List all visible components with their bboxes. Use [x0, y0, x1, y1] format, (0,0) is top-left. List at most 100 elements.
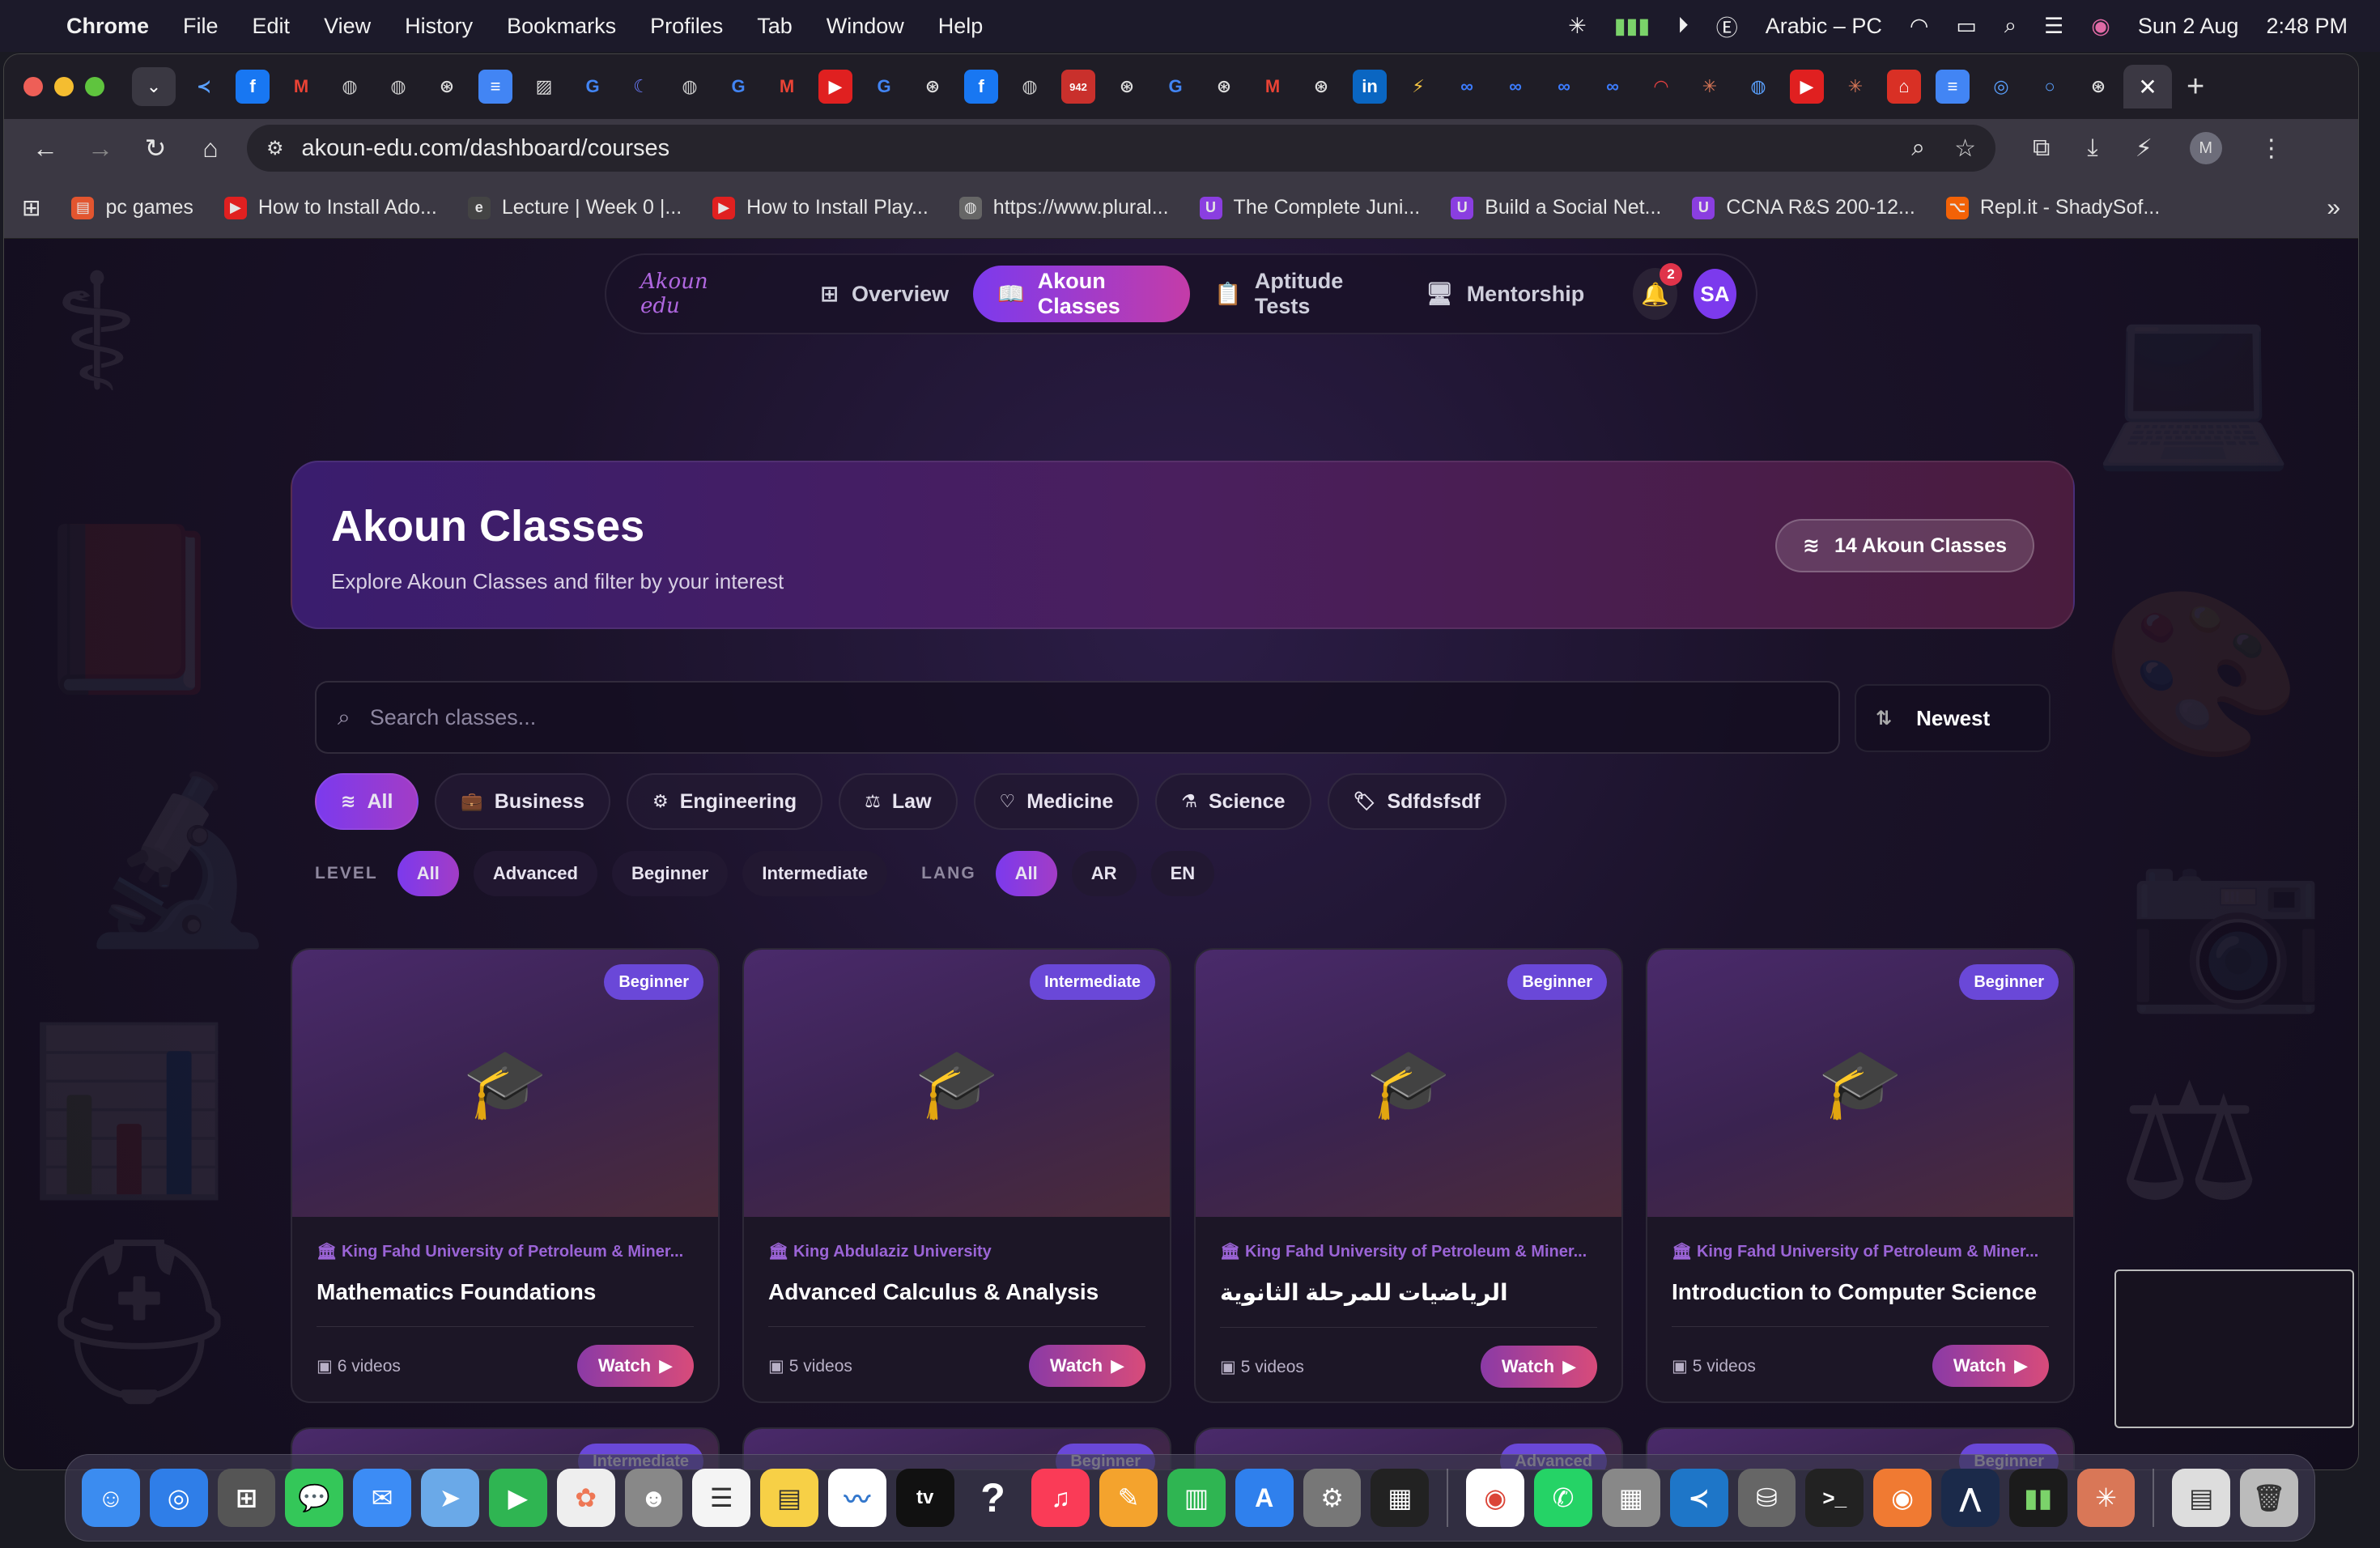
tab-favicon-chatgpt[interactable]: ⊛: [1110, 70, 1144, 104]
tab-favicon-bolt[interactable]: ⚡: [1401, 70, 1435, 104]
wifi-icon[interactable]: ◠: [1910, 14, 1929, 39]
tab-favicon-globe[interactable]: ◍: [673, 70, 707, 104]
menu-bookmarks[interactable]: Bookmarks: [507, 14, 616, 39]
url-text[interactable]: akoun-edu.com/dashboard/courses: [302, 135, 670, 162]
nav-akoun-classes[interactable]: 📖 Akoun Classes: [973, 266, 1191, 322]
asterisk-status-icon[interactable]: ✳: [1568, 14, 1587, 39]
tab-favicon-gauge[interactable]: ◠: [1644, 70, 1678, 104]
tab-favicon-globe[interactable]: ◍: [333, 70, 367, 104]
watch-button[interactable]: Watch ▶: [576, 1345, 694, 1387]
course-card[interactable]: 🎓 Intermediate 🏛 King Abdulaziz Universi…: [742, 948, 1171, 1403]
bookmark-item[interactable]: ▤ pc games: [71, 196, 193, 219]
system-settings-icon[interactable]: ⚙: [1303, 1469, 1362, 1527]
new-tab-button[interactable]: +: [2187, 70, 2204, 104]
performance-icon[interactable]: ⚡: [2136, 134, 2153, 163]
input-source-icon[interactable]: Ⓔ: [1716, 11, 1738, 42]
category-medicine[interactable]: ♡ Medicine: [973, 773, 1140, 830]
apps-grid-icon[interactable]: ⊞: [22, 194, 40, 221]
category-law[interactable]: ⚖ Law: [839, 773, 958, 830]
downloads-stack-icon[interactable]: ▤: [2172, 1469, 2231, 1527]
tab-favicon-docs[interactable]: ≡: [478, 70, 512, 104]
menubar-time[interactable]: 2:48 PM: [2266, 14, 2348, 39]
tab-favicon-meta[interactable]: ∞: [1498, 70, 1532, 104]
tab-favicon-chatgpt[interactable]: ⊛: [2081, 70, 2115, 104]
watch-button[interactable]: Watch ▶: [1480, 1346, 1597, 1388]
bookmark-item[interactable]: ◍ https://www.plural...: [958, 196, 1169, 219]
tab-favicon-docs[interactable]: ≡: [1936, 70, 1970, 104]
pages-icon[interactable]: ✎: [1099, 1469, 1158, 1527]
course-card[interactable]: 🎓 Beginner 🏛 King Fahd University of Pet…: [1646, 948, 2075, 1403]
tab-favicon-claude[interactable]: ✳: [1838, 70, 1872, 104]
safari-icon[interactable]: ◎: [149, 1469, 208, 1527]
bookmark-item[interactable]: ▶ How to Install Play...: [712, 196, 929, 219]
active-tab-close-icon[interactable]: ✕: [2123, 65, 2172, 108]
tab-favicon-openai[interactable]: ⊛: [916, 70, 950, 104]
input-source-label[interactable]: Arabic – PC: [1766, 14, 1882, 39]
iphone-mirroring-icon[interactable]: ▦: [1371, 1469, 1430, 1527]
profile-avatar[interactable]: M: [2189, 132, 2222, 164]
course-card[interactable]: 🎓 Beginner 🏛 King Fahd University of Pet…: [1194, 948, 1623, 1403]
more-bookmarks-icon[interactable]: »: [2327, 194, 2340, 222]
tab-favicon-google[interactable]: G: [1158, 70, 1192, 104]
downloads-icon[interactable]: ⤓: [2087, 134, 2097, 162]
bookmark-item[interactable]: U CCNA R&S 200-12...: [1692, 196, 1915, 219]
claude-icon[interactable]: ✳: [2076, 1469, 2136, 1527]
tab-search-button[interactable]: ⌄: [132, 67, 176, 106]
category-science[interactable]: ⚗ Science: [1155, 773, 1311, 830]
zoom-window-button[interactable]: [85, 77, 104, 96]
watch-button[interactable]: Watch ▶: [1028, 1345, 1145, 1387]
bookmark-item[interactable]: ⌥ Repl.it - ShadySof...: [1945, 196, 2160, 219]
tab-favicon-meta[interactable]: ∞: [1596, 70, 1630, 104]
address-bar[interactable]: ⚙ akoun-edu.com/dashboard/courses ⌕ ☆: [247, 125, 1995, 172]
tab-favicon-globe[interactable]: ◍: [1013, 70, 1047, 104]
tab-favicon-blue-circle[interactable]: ◎: [1984, 70, 2018, 104]
tab-favicon-claude[interactable]: ✳: [1693, 70, 1727, 104]
tab-favicon-facebook[interactable]: f: [964, 70, 998, 104]
home-button[interactable]: ⌂: [189, 126, 232, 170]
lang-en[interactable]: EN: [1150, 851, 1215, 896]
tab-favicon-image[interactable]: ▨: [527, 70, 561, 104]
minimize-window-button[interactable]: [54, 77, 74, 96]
lang-ar[interactable]: AR: [1071, 851, 1137, 896]
launchpad-icon[interactable]: ⊞: [217, 1469, 276, 1527]
bookmark-item[interactable]: ▶ How to Install Ado...: [223, 196, 437, 219]
xcode-instruments-icon[interactable]: ⋀: [1940, 1469, 2000, 1527]
reload-button[interactable]: ↻: [134, 126, 177, 170]
menu-help[interactable]: Help: [938, 14, 984, 39]
akoun-logo[interactable]: Akoun edu: [640, 270, 737, 318]
level-advanced[interactable]: Advanced: [473, 851, 597, 896]
menu-app-name[interactable]: Chrome: [66, 14, 149, 39]
user-avatar[interactable]: SA: [1693, 269, 1736, 319]
tab-favicon-youtube[interactable]: ▶: [1790, 70, 1824, 104]
menu-profiles[interactable]: Profiles: [650, 14, 723, 39]
tab-favicon-pdf[interactable]: ⌂: [1887, 70, 1921, 104]
notes-icon[interactable]: ▤: [760, 1469, 818, 1527]
maps-icon[interactable]: ➤: [421, 1469, 479, 1527]
tab-favicon-gmail[interactable]: M: [1256, 70, 1290, 104]
tab-favicon-meta[interactable]: ∞: [1547, 70, 1581, 104]
music-icon[interactable]: ♫: [1031, 1469, 1090, 1527]
contacts-icon[interactable]: ☻: [624, 1469, 683, 1527]
tab-favicon-claude[interactable]: ≺: [187, 70, 221, 104]
nav-aptitude-tests[interactable]: 📋 Aptitude Tests: [1190, 266, 1401, 322]
back-button[interactable]: ←: [23, 126, 67, 170]
apple-tv-icon[interactable]: tv: [895, 1469, 954, 1527]
vscode-icon[interactable]: ≺: [1669, 1469, 1728, 1527]
play-status-icon[interactable]: ⏵: [1677, 13, 1689, 39]
site-info-icon[interactable]: ⚙: [266, 137, 284, 160]
bookmark-item[interactable]: U Build a Social Net...: [1451, 196, 1661, 219]
tab-favicon-chatgpt[interactable]: ⊛: [1207, 70, 1241, 104]
tab-favicon-gmail[interactable]: M: [770, 70, 804, 104]
control-center-icon[interactable]: ☰: [2044, 14, 2063, 39]
close-window-button[interactable]: [23, 77, 43, 96]
mail-icon[interactable]: ✉: [353, 1469, 412, 1527]
chrome-icon[interactable]: ◉: [1466, 1469, 1525, 1527]
level-intermediate[interactable]: Intermediate: [742, 851, 888, 896]
tab-favicon-meta[interactable]: ∞: [1450, 70, 1484, 104]
audio-app-icon[interactable]: ▮▮: [2008, 1469, 2068, 1527]
search-input[interactable]: [369, 704, 1746, 730]
terminal-icon[interactable]: >_: [1805, 1469, 1864, 1527]
notifications-button[interactable]: 🔔 2: [1633, 263, 1682, 320]
freeform-icon[interactable]: 〰: [827, 1469, 886, 1527]
category-engineering[interactable]: ⚙ Engineering: [626, 773, 823, 830]
